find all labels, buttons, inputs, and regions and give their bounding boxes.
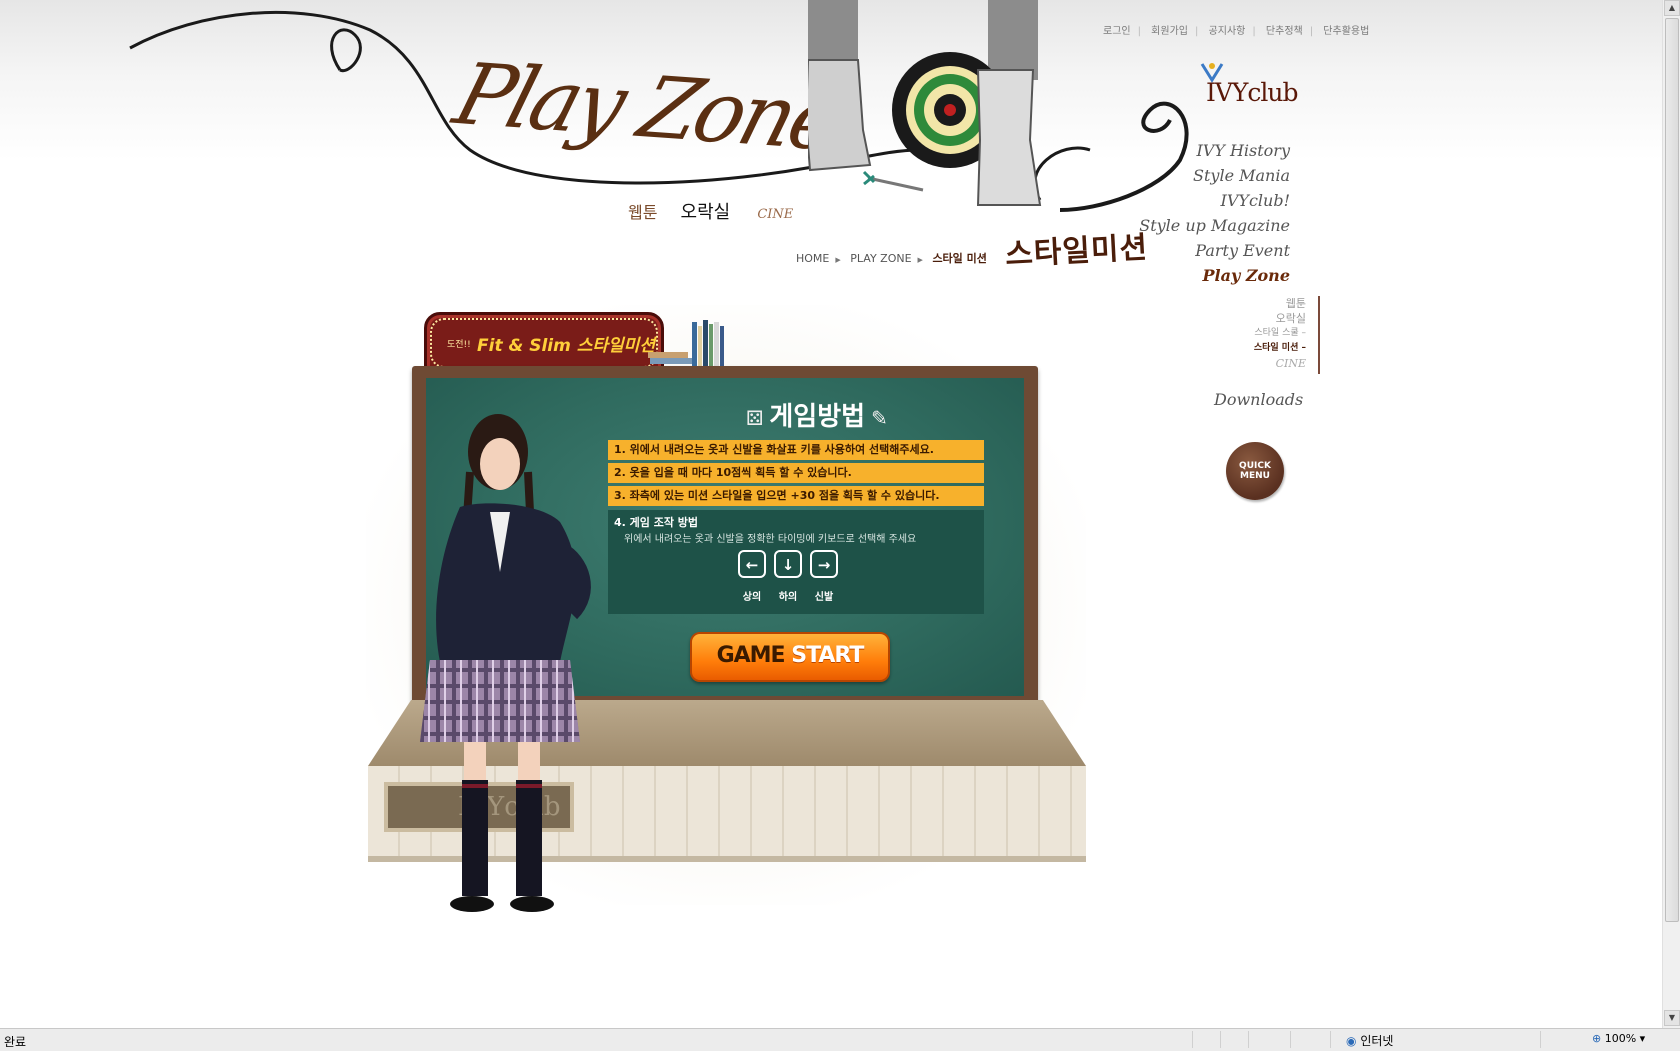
- breadcrumb: HOME ▶ PLAY ZONE ▶ 스타일 미션: [796, 252, 987, 265]
- cine-link[interactable]: CINE: [757, 207, 793, 222]
- rule-1: 1. 위에서 내려오는 옷과 신발을 화살표 키를 사용하여 선택해주세요.: [608, 440, 984, 460]
- arcade-link[interactable]: 오락실: [681, 202, 731, 223]
- dartboard-illustration: [808, 0, 1042, 206]
- key-label-shoes: 신발: [814, 592, 834, 603]
- scroll-up-icon[interactable]: ▲: [1664, 0, 1680, 16]
- controls-title: 4. 게임 조작 방법: [614, 516, 699, 529]
- mission-sign: 도전!! Fit & Slim 스타일미션: [424, 312, 664, 374]
- utility-links: 로그인 | 회원가입 | 공지사항 | 단추정책 | 단추활용법: [1103, 26, 1370, 37]
- dice-icon: ⚄: [746, 406, 764, 430]
- main-nav: IVY History Style Mania IVYclub! Style u…: [1139, 138, 1290, 288]
- status-text: 완료: [4, 1035, 27, 1049]
- nav-ivyclub[interactable]: IVYclub!: [1139, 188, 1291, 213]
- security-zone: ◉ 인터넷: [1346, 1034, 1394, 1048]
- usage-link[interactable]: 단추활용법: [1323, 26, 1369, 37]
- subnav-style-mission[interactable]: 스타일 미션 –: [1198, 341, 1306, 356]
- page: 로그인 | 회원가입 | 공지사항 | 단추정책 | 단추활용법 Play Zone 웹…: [0, 0, 1662, 1028]
- vertical-scrollbar[interactable]: ▲ ▼: [1662, 0, 1680, 1028]
- globe-icon: ◉: [1346, 1034, 1357, 1048]
- right-arrow-key-icon: →: [810, 550, 838, 578]
- playzone-subnav: 웹툰 오락실 CINE: [628, 198, 793, 224]
- nav-ivy-history[interactable]: IVY History: [1139, 138, 1290, 163]
- breadcrumb-current: 스타일 미션: [932, 252, 987, 265]
- sign-title: Fit & Slim 스타일미션: [477, 336, 655, 356]
- controls-box: 4. 게임 조작 방법 위에서 내려오는 옷과 신발을 정확한 타이밍에 키보드…: [608, 510, 984, 614]
- nav-play-zone[interactable]: Play Zone: [1139, 263, 1290, 288]
- notice-link[interactable]: 공지사항: [1209, 26, 1246, 37]
- zoom-control[interactable]: ⊕ 100% ▾: [1592, 1032, 1645, 1045]
- subnav-cine[interactable]: CINE: [1198, 356, 1306, 371]
- join-link[interactable]: 회원가입: [1151, 26, 1188, 37]
- rule-3: 3. 좌측에 있는 미션 스타일을 입으면 +30 점을 획득 할 수 있습니다…: [608, 486, 984, 506]
- board-title: ⚄ 게임방법 ✎: [746, 402, 888, 432]
- pencil-icon: ✎: [871, 406, 888, 430]
- scroll-down-icon[interactable]: ▼: [1664, 1010, 1680, 1026]
- login-link[interactable]: 로그인: [1103, 26, 1131, 37]
- model-character: [420, 414, 591, 912]
- sign-prefix: 도전!!: [447, 340, 471, 350]
- subnav-style-school[interactable]: 스타일 스쿨 –: [1198, 326, 1306, 341]
- status-bar: 완료 ◉ 인터넷 ⊕ 100% ▾: [0, 1028, 1680, 1051]
- policy-link[interactable]: 단추정책: [1266, 26, 1303, 37]
- nav-party-event[interactable]: Party Event: [1139, 238, 1290, 263]
- webtoon-link[interactable]: 웹툰: [628, 203, 657, 222]
- nav-style-up-magazine[interactable]: Style up Magazine: [1139, 213, 1290, 238]
- breadcrumb-home[interactable]: HOME: [796, 252, 829, 265]
- nav-downloads[interactable]: Downloads: [1214, 390, 1303, 409]
- down-arrow-key-icon: ↓: [774, 550, 802, 578]
- zoom-icon: ⊕: [1592, 1032, 1602, 1045]
- subnav-webtoon[interactable]: 웹툰: [1198, 296, 1306, 311]
- rule-2: 2. 옷을 입을 때 마다 10점씩 획득 할 수 있습니다.: [608, 463, 984, 483]
- ivyclub-logo[interactable]: IVYclub: [1198, 60, 1299, 107]
- breadcrumb-playzone[interactable]: PLAY ZONE: [850, 252, 911, 265]
- page-title: 스타일미션: [1004, 230, 1150, 273]
- game-start-button[interactable]: GAME START: [690, 632, 890, 682]
- scroll-thumb[interactable]: [1665, 18, 1679, 922]
- play-zone-subnav: 웹툰 오락실 스타일 스쿨 – 스타일 미션 – CINE: [1198, 296, 1320, 374]
- key-label-top: 상의: [742, 592, 762, 603]
- subnav-arcade[interactable]: 오락실: [1198, 311, 1306, 326]
- controls-desc: 위에서 내려오는 옷과 신발을 정확한 타이밍에 키보드로 선택해 주세요: [624, 534, 917, 545]
- quick-menu-button[interactable]: QUICK MENU: [1226, 442, 1284, 500]
- left-arrow-key-icon: ←: [738, 550, 766, 578]
- books-icon: [648, 320, 724, 366]
- nav-style-mania[interactable]: Style Mania: [1139, 163, 1290, 188]
- key-label-bottom: 하의: [778, 592, 798, 603]
